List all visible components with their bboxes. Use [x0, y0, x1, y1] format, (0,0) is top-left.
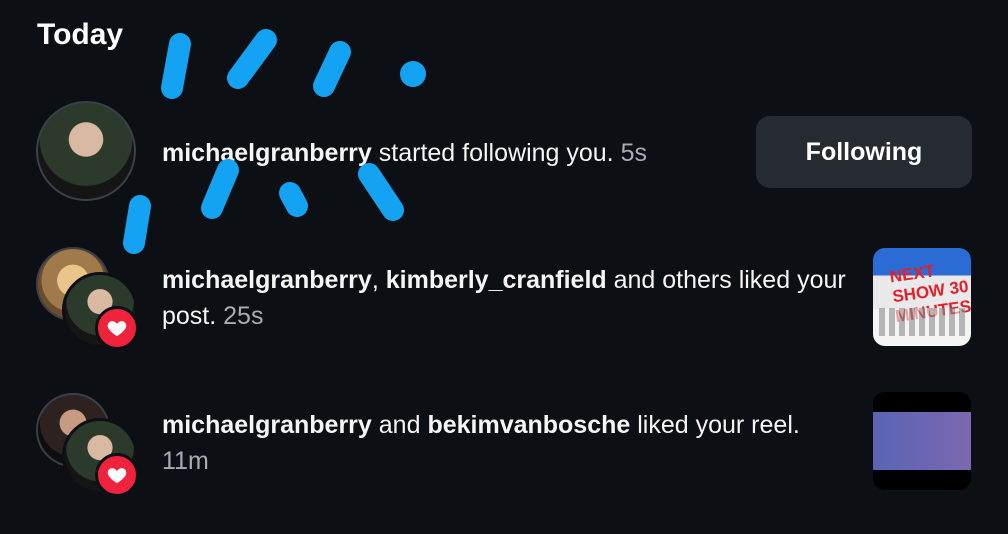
- timestamp: 25s: [223, 302, 264, 330]
- scribble-stroke: [123, 195, 151, 254]
- notification-message: liked your reel.: [630, 411, 800, 439]
- scribble-dot: [400, 61, 426, 87]
- scribble-stroke: [279, 182, 308, 217]
- thumbnail-text: NEXT SHOW 30 MINUTES: [888, 261, 971, 326]
- post-thumbnail[interactable]: NEXT SHOW 30 MINUTES: [873, 248, 971, 346]
- username-link[interactable]: bekimvanbosche: [427, 411, 630, 439]
- thumbnail-laurels: [879, 308, 965, 336]
- section-title: Today: [37, 18, 124, 51]
- notification-text: michaelgranberry and bekimvanbosche like…: [162, 407, 852, 479]
- username-link[interactable]: kimberly_cranfield: [386, 266, 607, 294]
- username-link[interactable]: michaelgranberry: [162, 139, 372, 167]
- scribble-stroke: [358, 163, 404, 221]
- notification-text: michaelgranberry, kimberly_cranfield and…: [162, 262, 852, 334]
- notification-message: started following you.: [371, 139, 614, 167]
- following-button[interactable]: Following: [756, 116, 972, 188]
- heart-icon: [95, 306, 139, 350]
- timestamp: 5s: [620, 139, 647, 167]
- timestamp: 11m: [162, 447, 209, 475]
- avatar-michaelgranberry[interactable]: [36, 101, 136, 201]
- notification-text: michaelgranberry started following you. …: [162, 135, 647, 171]
- username-link[interactable]: michaelgranberry: [162, 266, 372, 294]
- username-link[interactable]: michaelgranberry: [162, 411, 372, 439]
- reel-thumbnail[interactable]: [873, 392, 971, 490]
- separator: ,: [371, 266, 386, 294]
- heart-icon: [95, 453, 139, 497]
- scribble-stroke: [227, 29, 277, 89]
- scribble-stroke: [201, 159, 239, 219]
- reel-thumbnail-band: [873, 412, 971, 470]
- separator: and: [371, 411, 428, 439]
- scribble-stroke: [313, 41, 351, 97]
- scribble-stroke: [161, 33, 191, 99]
